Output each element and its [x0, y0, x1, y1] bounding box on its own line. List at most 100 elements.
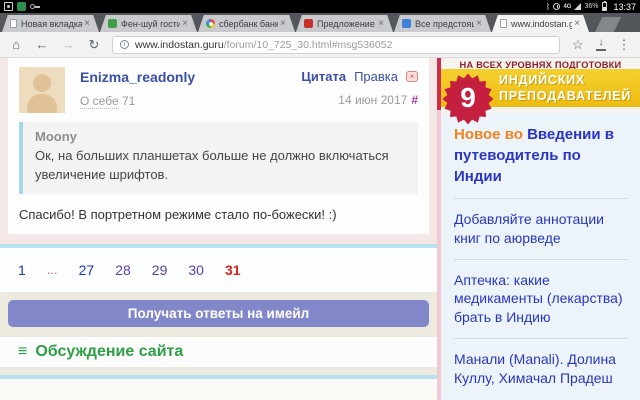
post-date: 14 июн 2017 [338, 93, 407, 107]
overflow-menu-icon[interactable] [616, 33, 632, 57]
new-tab-button[interactable] [595, 17, 621, 32]
hamburger-icon: ≡ [18, 344, 27, 360]
delete-icon[interactable] [406, 71, 418, 82]
page-link[interactable]: 28 [115, 262, 131, 278]
tab-label: Новая вкладка [21, 19, 82, 29]
vpn-key-icon [30, 4, 35, 9]
close-icon[interactable]: × [474, 16, 491, 31]
page-info-icon[interactable] [120, 40, 129, 49]
ad-tagline[interactable]: НА ВСЕХ УРОВНЯХ ПОДГОТОВКИ [443, 58, 638, 69]
edit-action-link[interactable]: Правка [354, 69, 398, 84]
url-bar[interactable]: www.indostan.guru/forum/10_725_30.html#m… [112, 36, 560, 54]
close-icon[interactable]: × [180, 16, 197, 31]
screenshot-icon [4, 2, 13, 11]
quote-action-link[interactable]: Цитата [301, 69, 346, 84]
ad-line2: ПРЕПОДАВАТЕЛЕЙ [499, 88, 640, 104]
about-count: 71 [122, 94, 135, 108]
page-content: Enizma_readonly О себе 71 Цитата Правка … [0, 58, 640, 400]
tab-indostan-active[interactable]: www.indostan.guru × [492, 15, 589, 32]
quote-text: Ок, на больших планшетах больше не должн… [35, 147, 406, 185]
quote-block: Moony Ок, на больших планшетах больше не… [19, 122, 418, 194]
clock: 13:37 [613, 2, 636, 12]
tab-strip: Новая вкладка × Фен-шуй гостиной × сберб… [0, 13, 640, 32]
sidebar: НА ВСЕХ УРОВНЯХ ПОДГОТОВКИ 9 ИНДИЙСКИХ П… [441, 58, 640, 400]
tab-sberbank[interactable]: сбербанк банкомат × [198, 15, 295, 32]
reply-text: Спасибо! В портретном режиме стало по-бо… [19, 207, 418, 222]
section-heading-link[interactable]: Обсуждение сайта [35, 343, 183, 361]
page-link[interactable]: 27 [79, 262, 95, 278]
spacer [0, 367, 437, 375]
next-section-area [0, 379, 437, 400]
back-icon[interactable] [34, 33, 50, 57]
page-icon [500, 19, 507, 28]
signal-icon [574, 3, 581, 10]
spacer [0, 234, 437, 244]
about-label[interactable]: О себе [80, 94, 119, 109]
status-bar: ᛒ 4G 36% 13:37 [0, 0, 640, 13]
home-icon[interactable] [8, 33, 24, 57]
post-anchor-link[interactable]: # [411, 93, 418, 107]
tab-label: www.indostan.guru [511, 19, 572, 29]
divider [454, 338, 627, 339]
news-heading: Новое во Введении в путеводитель по Инди… [454, 124, 627, 187]
avatar[interactable] [19, 67, 65, 113]
section-bar: ≡ Обсуждение сайта [0, 337, 437, 367]
ad-line1: ИНДИЙСКИХ [499, 72, 640, 88]
green-site-icon [108, 19, 117, 28]
browser-toolbar: www.indostan.guru/forum/10_725_30.html#m… [0, 32, 640, 58]
post-header: Enizma_readonly О себе 71 Цитата Правка … [19, 67, 418, 113]
ad-badge-number: 9 [442, 73, 494, 125]
bookmark-star-icon[interactable] [570, 33, 586, 57]
close-icon[interactable]: × [82, 16, 99, 31]
battery-percent: 36% [584, 3, 598, 10]
author-name[interactable]: Enizma_readonly [80, 67, 301, 85]
reload-icon[interactable] [86, 33, 102, 57]
author-block: Enizma_readonly О себе 71 [65, 67, 301, 113]
notification-icons [4, 2, 35, 11]
download-icon[interactable] [596, 38, 606, 51]
page-scrollbar[interactable] [437, 58, 441, 400]
ad-banner[interactable]: 9 ИНДИЙСКИХ ПРЕПОДАВАТЕЛЕЙ [441, 69, 640, 107]
google-icon [206, 19, 215, 28]
battery-icon [602, 2, 607, 11]
quote-author: Moony [35, 129, 406, 144]
news-link[interactable]: Манали (Manali). Долина Куллу, Химачал П… [454, 350, 627, 388]
news-link[interactable]: Добавляйте аннотации книг по аюрведе [454, 210, 627, 248]
tab-predstoyashchie[interactable]: Все предстоящие м × [394, 15, 491, 32]
url-path: /forum/10_725_30.html#msg536052 [224, 39, 393, 51]
close-icon[interactable]: × [278, 16, 295, 31]
tab-new-tab[interactable]: Новая вкладка × [2, 15, 99, 32]
alarm-icon [553, 3, 560, 10]
lower-section: Получать ответы на имейл ≡ Обсуждение са… [0, 292, 437, 400]
url-text: www.indostan.guru/forum/10_725_30.html#m… [135, 39, 392, 51]
page-icon [10, 19, 17, 28]
tab-fengshui[interactable]: Фен-шуй гостиной × [100, 15, 197, 32]
tab-label: Все предстоящие м [415, 19, 474, 29]
bluetooth-icon: ᛒ [546, 2, 551, 12]
forum-column: Enizma_readonly О себе 71 Цитата Правка … [0, 58, 437, 400]
tab-label: Фен-шуй гостиной [121, 19, 180, 29]
author-about[interactable]: О себе 71 [80, 94, 301, 108]
close-icon[interactable]: × [572, 16, 589, 31]
system-icons: ᛒ 4G 36% 13:37 [546, 2, 636, 12]
forward-icon[interactable] [60, 33, 76, 57]
page-link[interactable]: 1 [18, 262, 26, 278]
subscribe-button[interactable]: Получать ответы на имейл [8, 300, 429, 327]
divider [454, 259, 627, 260]
tablet-screen: ᛒ 4G 36% 13:37 Новая вкладка × Фен-шуй г… [0, 0, 640, 400]
news-prefix: Новое во [454, 126, 523, 143]
news-link[interactable]: Аптечка: какие медикаменты (лекарства) б… [454, 271, 627, 328]
blue-site-icon [402, 19, 411, 28]
pagination: 1 ... 27 28 29 30 31 [0, 248, 437, 292]
tab-label: сбербанк банкомат [219, 19, 278, 29]
close-icon[interactable]: × [376, 16, 393, 31]
divider [454, 198, 627, 199]
red-site-icon [304, 19, 313, 28]
current-page: 31 [225, 262, 241, 278]
mobile-data-icon: 4G [563, 4, 571, 10]
tab-predlozhenie[interactable]: Предложение по ра × [296, 15, 393, 32]
page-link[interactable]: 30 [188, 262, 204, 278]
tab-label: Предложение по ра [317, 19, 376, 29]
page-link[interactable]: 29 [152, 262, 168, 278]
post-meta: Цитата Правка 14 июн 2017 # [301, 67, 418, 113]
